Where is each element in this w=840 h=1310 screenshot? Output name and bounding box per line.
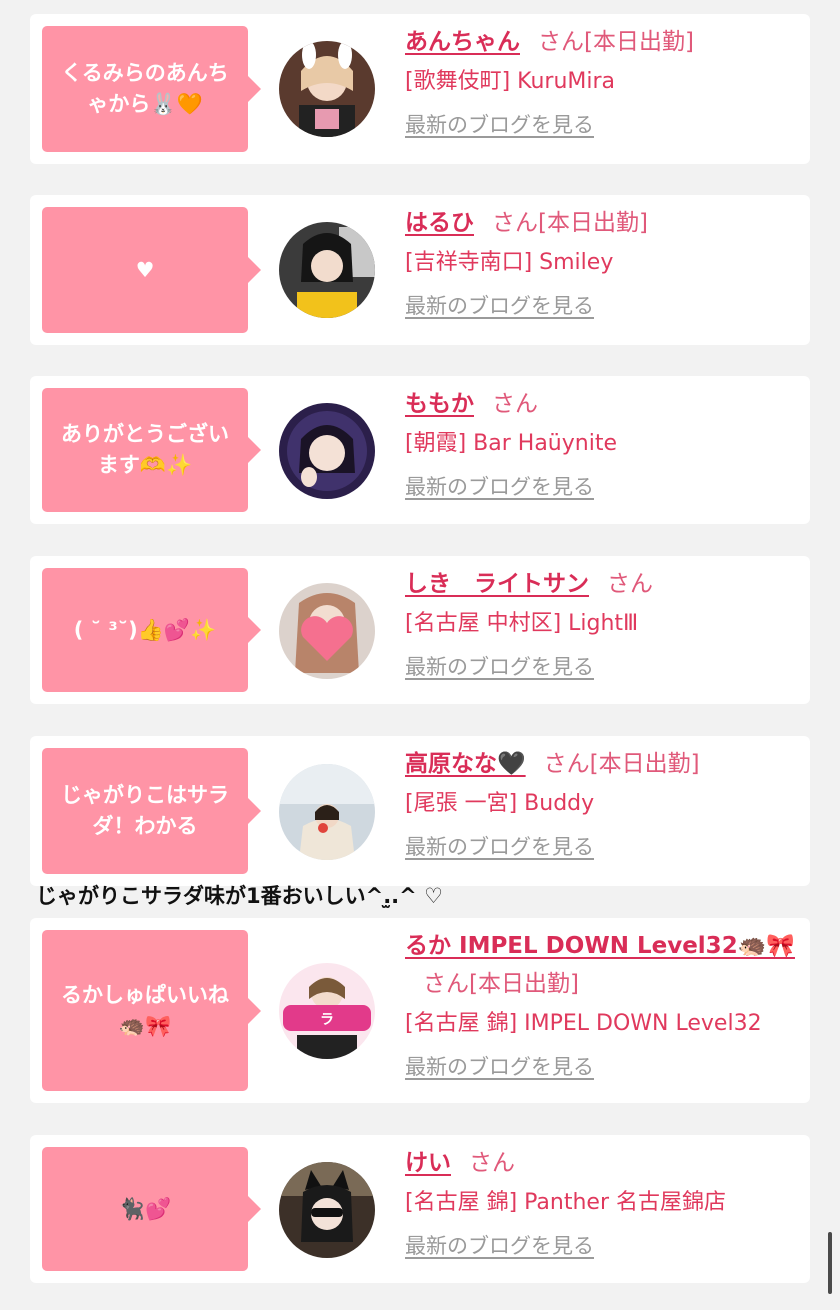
message-bubble: じゃがりこはサラダ！わかる bbox=[42, 748, 261, 874]
scrollbar[interactable] bbox=[828, 1232, 832, 1294]
shop-name[interactable]: [朝霞] Bar Haüynite bbox=[405, 424, 796, 464]
latest-blog-link[interactable]: 最新のブログを見る bbox=[405, 1051, 594, 1081]
cast-info: あんちゃん さん[本日出勤] [歌舞伎町] KuruMira 最新のブログを見る bbox=[405, 23, 796, 139]
message-bubble: ♥ bbox=[42, 207, 261, 333]
cast-info: るか IMPEL DOWN Level32🦔🎀 さん[本日出勤] [名古屋 錦] I… bbox=[405, 927, 796, 1081]
shop-name[interactable]: [歌舞伎町] KuruMira bbox=[405, 62, 796, 102]
cast-name-link[interactable]: ももか bbox=[405, 391, 474, 417]
latest-blog-link[interactable]: 最新のブログを見る bbox=[405, 651, 594, 681]
avatar[interactable] bbox=[279, 222, 375, 318]
honorific-label: さん bbox=[538, 29, 584, 55]
cast-name-link[interactable]: るか IMPEL DOWN Level32🦔🎀 bbox=[405, 933, 795, 959]
cast-info: ももか さん [朝霞] Bar Haüynite 最新のブログを見る bbox=[405, 385, 796, 501]
name-line: 高原なな🖤 さん[本日出勤] bbox=[405, 745, 796, 783]
honorific-label: さん bbox=[492, 210, 538, 236]
name-line: けい さん bbox=[405, 1144, 796, 1182]
work-status-badge: [本日出勤] bbox=[538, 210, 648, 236]
latest-blog-link[interactable]: 最新のブログを見る bbox=[405, 290, 594, 320]
list-item[interactable]: ♥ はるひ さん[本日出勤] [吉祥寺南口] Smiley 最新のブログを見る bbox=[30, 195, 810, 345]
list-item[interactable]: ( ˘ ³˘)👍💕✨ しき ライトサン さん [名古屋 中村区] LightⅢ 最新のブ… bbox=[30, 556, 810, 704]
message-bubble: ありがとうございます🫶✨ bbox=[42, 388, 261, 512]
avatar[interactable] bbox=[279, 403, 375, 499]
cast-info: けい さん [名古屋 錦] Panther 名古屋錦店 最新のブログを見る bbox=[405, 1144, 796, 1260]
name-line: あんちゃん さん[本日出勤] bbox=[405, 23, 796, 61]
honorific-label: さん bbox=[492, 391, 538, 417]
message-bubble: ( ˘ ³˘)👍💕✨ bbox=[42, 568, 261, 692]
work-status-badge: [本日出勤] bbox=[589, 751, 700, 777]
name-line: ももか さん bbox=[405, 385, 796, 423]
avatar[interactable] bbox=[279, 764, 375, 860]
latest-blog-link[interactable]: 最新のブログを見る bbox=[405, 471, 594, 501]
cast-name-link[interactable]: 高原なな🖤 bbox=[405, 751, 526, 777]
cast-info: はるひ さん[本日出勤] [吉祥寺南口] Smiley 最新のブログを見る bbox=[405, 204, 796, 320]
list-item[interactable]: くるみらのあんちゃから🐰🧡 あんちゃん さん[本日出勤] [歌舞伎町] KuruMir… bbox=[30, 14, 810, 164]
cast-name-link[interactable]: けい bbox=[405, 1150, 451, 1176]
list-item[interactable]: 🐈‍⬛💕 けい さん [名古屋 錦] Panther 名古屋錦店 最新のブログを見る bbox=[30, 1135, 810, 1283]
message-bubble: 🐈‍⬛💕 bbox=[42, 1147, 261, 1271]
honorific-label: さん bbox=[607, 571, 653, 597]
name-line: しき ライトサン さん bbox=[405, 565, 796, 603]
list-item[interactable]: ありがとうございます🫶✨ ももか さん [朝霞] Bar Haüynite 最新のブログ… bbox=[30, 376, 810, 524]
list-item[interactable]: るかしゅぱいいね🦔🎀 ラ るか IMPEL DOWN Level32🦔🎀 さん[本日出… bbox=[30, 918, 810, 1103]
cast-name-link[interactable]: あんちゃん bbox=[405, 29, 520, 55]
work-status-badge: [本日出勤] bbox=[584, 29, 694, 55]
avatar[interactable] bbox=[279, 41, 375, 137]
latest-blog-link[interactable]: 最新のブログを見る bbox=[405, 831, 594, 861]
avatar[interactable]: ラ bbox=[279, 963, 375, 1059]
shop-name[interactable]: [名古屋 錦] Panther 名古屋錦店 bbox=[405, 1183, 796, 1223]
cast-info: しき ライトサン さん [名古屋 中村区] LightⅢ 最新のブログを見る bbox=[405, 565, 796, 681]
cast-name-link[interactable]: しき ライトサン bbox=[405, 571, 589, 597]
avatar[interactable] bbox=[279, 1162, 375, 1258]
name-line: はるひ さん[本日出勤] bbox=[405, 204, 796, 242]
cast-info: 高原なな🖤 さん[本日出勤] [尾張 一宮] Buddy 最新のブログを見る bbox=[405, 745, 796, 861]
avatar[interactable] bbox=[279, 583, 375, 679]
svg-text:ラ: ラ bbox=[320, 1012, 334, 1028]
name-line: るか IMPEL DOWN Level32🦔🎀 さん[本日出勤] bbox=[405, 927, 796, 1003]
list-item[interactable]: じゃがりこはサラダ！わかる 高原なな🖤 さん[本日出勤] [尾張 一宮] Buddy 最… bbox=[30, 736, 810, 886]
shop-name[interactable]: [尾張 一宮] Buddy bbox=[405, 784, 796, 824]
work-status-badge: [本日出勤] bbox=[469, 971, 579, 997]
latest-blog-link[interactable]: 最新のブログを見る bbox=[405, 109, 594, 139]
shop-name[interactable]: [名古屋 中村区] LightⅢ bbox=[405, 604, 796, 644]
honorific-label: さん bbox=[469, 1150, 515, 1176]
user-comment: じゃがりこサラダ味が1番おいしい^.̫.^ ♡ bbox=[36, 884, 443, 908]
honorific-label: さん bbox=[543, 751, 590, 777]
cast-name-link[interactable]: はるひ bbox=[405, 210, 474, 236]
latest-blog-link[interactable]: 最新のブログを見る bbox=[405, 1230, 594, 1260]
honorific-label: さん bbox=[423, 971, 469, 997]
message-bubble: くるみらのあんちゃから🐰🧡 bbox=[42, 26, 261, 152]
shop-name[interactable]: [吉祥寺南口] Smiley bbox=[405, 243, 796, 283]
message-bubble: るかしゅぱいいね🦔🎀 bbox=[42, 930, 261, 1091]
shop-name[interactable]: [名古屋 錦] IMPEL DOWN Level32 bbox=[405, 1004, 796, 1044]
